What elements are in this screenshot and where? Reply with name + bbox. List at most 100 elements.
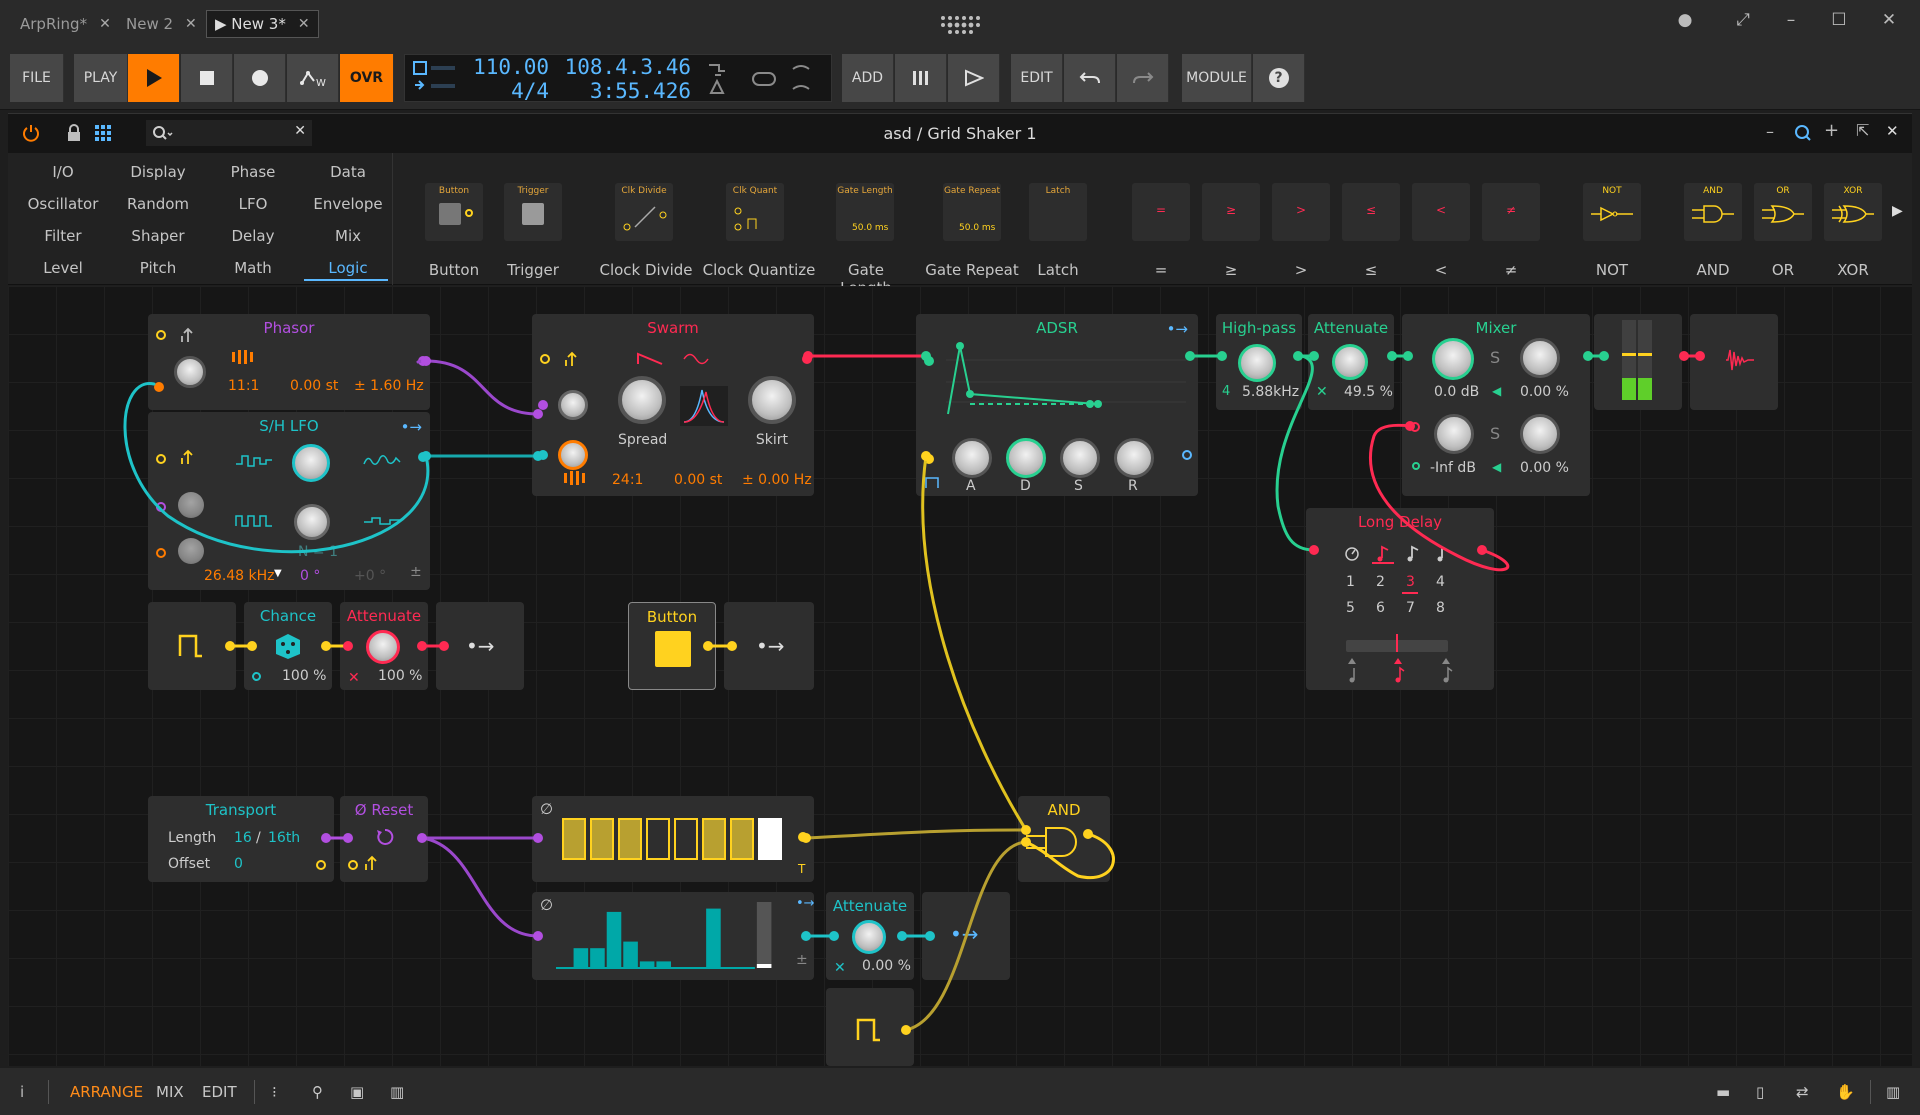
retrigger-icon[interactable] (564, 350, 580, 368)
mod-knob[interactable] (178, 492, 204, 518)
thumb-equal[interactable]: = (1132, 183, 1190, 241)
scroll-right-icon[interactable]: ▶ (1892, 203, 1903, 219)
close-icon[interactable]: ✕ (185, 16, 197, 32)
sh-wave-icon[interactable] (234, 452, 274, 470)
speaker-icon[interactable]: ◀ (1492, 384, 1501, 398)
thumb-gate-length[interactable]: Gate Length 50.0 ms (836, 183, 894, 241)
close-window-icon[interactable]: ✕ (1874, 10, 1904, 30)
input-port[interactable] (156, 330, 166, 340)
retrigger-icon[interactable] (180, 326, 196, 344)
module-phase-reset[interactable]: Ø Reset (340, 796, 428, 882)
plus-minus-icon[interactable]: ± (796, 952, 808, 968)
sine-wave-icon[interactable] (682, 350, 710, 368)
module-gate-sequencer[interactable]: ∅ T (532, 796, 814, 882)
lfo-frequency[interactable]: 26.48 kHz (204, 568, 275, 584)
rate-knob[interactable] (178, 538, 204, 564)
push-button-pad[interactable] (655, 631, 691, 667)
zoom-fit-icon[interactable] (1794, 124, 1812, 142)
retrigger-icon[interactable] (364, 854, 380, 872)
value-step[interactable] (706, 908, 721, 968)
edit-button[interactable]: EDIT (1011, 54, 1063, 102)
automation-panel-icon[interactable]: ⁝ (272, 1083, 277, 1101)
delay-num-4[interactable]: 4 (1436, 574, 1445, 590)
attenuate-value[interactable]: 0.00 % (862, 958, 911, 974)
sustain-knob[interactable] (1060, 438, 1100, 478)
module-transport[interactable]: Transport Length 16 / 16th Offset 0 (148, 796, 334, 882)
dropdown-caret-icon[interactable]: ▼ (274, 568, 282, 579)
module-chance[interactable]: Chance 100 % (244, 602, 332, 690)
step-values-display[interactable] (556, 898, 788, 974)
tab-new-2[interactable]: New 2 ✕ (126, 10, 197, 38)
saw-wave-icon[interactable] (636, 350, 664, 368)
decay-knob[interactable] (1006, 438, 1046, 478)
module-gate-source[interactable] (826, 988, 914, 1066)
file-button[interactable]: FILE (10, 54, 64, 102)
module-mixer[interactable]: Mixer S 0.0 dB ◀ 0.00 % S -Inf dB ◀ 0.00… (1402, 314, 1590, 496)
edit-view-button[interactable]: EDIT (202, 1083, 237, 1101)
release-knob[interactable] (1114, 438, 1154, 478)
mod-knob-1[interactable] (558, 390, 588, 420)
length-value[interactable]: 16 (234, 830, 252, 846)
attenuate-knob[interactable] (852, 920, 886, 954)
lfo-n[interactable]: N = 1 (298, 544, 338, 560)
cutoff-value[interactable]: 5.88kHz (1242, 384, 1299, 400)
undo-button[interactable] (1064, 54, 1116, 102)
module-attenuate-1[interactable]: Attenuate ✕ 49.5 % (1308, 314, 1394, 410)
level-value-1[interactable]: 0.0 dB (1434, 384, 1479, 400)
delay-mode-icons[interactable] (1344, 544, 1484, 564)
category-logic[interactable]: Logic (303, 259, 393, 277)
trigger-mode-label[interactable]: T (798, 862, 805, 876)
grid-canvas[interactable]: Phasor 11:1 0.00 st ± 1.60 Hz S/H LFO •→ (8, 286, 1912, 1066)
lfo-offset[interactable]: +0 ° (354, 568, 386, 584)
level-knob-1[interactable] (1432, 338, 1474, 380)
thumb-greater[interactable]: > (1272, 183, 1330, 241)
trigger-input-port[interactable] (924, 454, 934, 464)
category-envelope[interactable]: Envelope (303, 195, 393, 213)
swarm-ratio[interactable]: 24:1 (612, 472, 643, 488)
play-button[interactable] (128, 54, 180, 102)
category-random[interactable]: Random (113, 195, 203, 213)
stepped-wave-icon[interactable] (362, 512, 402, 530)
delay-num-8[interactable]: 8 (1436, 600, 1445, 616)
output-port[interactable] (418, 356, 428, 366)
input-port[interactable] (156, 454, 166, 464)
tab-new-3[interactable]: ▶ New 3* ✕ (206, 10, 319, 38)
inspector-icon[interactable]: ⇄ (1796, 1083, 1809, 1101)
device-panel-icon[interactable]: ▣ (350, 1083, 364, 1101)
category-display[interactable]: Display (113, 163, 203, 181)
delay-num-5[interactable]: 5 (1346, 600, 1355, 616)
thumb-and[interactable]: AND (1684, 183, 1742, 241)
position-time[interactable]: 3:55.426 (555, 79, 691, 103)
popout-icon[interactable]: ⇱ (1856, 121, 1869, 140)
pitch-input-port[interactable] (538, 400, 548, 410)
category-math[interactable]: Math (208, 259, 298, 277)
category-phase[interactable]: Phase (208, 163, 298, 181)
module-phasor[interactable]: Phasor 11:1 0.00 st ± 1.60 Hz (148, 314, 430, 410)
offset-value[interactable]: 0 (234, 856, 243, 872)
smooth-wave-icon[interactable] (362, 452, 402, 470)
delay-num-3[interactable]: 3 (1406, 574, 1415, 590)
adsr-envelope-display[interactable] (946, 342, 1186, 418)
swarm-hz[interactable]: ± 0.00 Hz (742, 472, 812, 488)
keyboard-button[interactable] (895, 54, 947, 102)
module-swarm[interactable]: Swarm Spread Skirt 24:1 0.00 st ± 0.00 H… (532, 314, 814, 496)
attenuate-value[interactable]: 100 % (378, 668, 422, 684)
module-button[interactable]: Button (628, 602, 716, 690)
gate-step[interactable] (674, 818, 698, 860)
attack-knob[interactable] (952, 438, 992, 478)
file-icon[interactable]: ▯ (1756, 1083, 1764, 1101)
delay-time-slider[interactable] (1346, 634, 1448, 652)
thumb-or[interactable]: OR (1754, 183, 1812, 241)
tempo-value[interactable]: 110.00 (465, 55, 549, 79)
module-clock[interactable] (148, 602, 236, 690)
pan-value-1[interactable]: 0.00 % (1520, 384, 1569, 400)
rate-input-port[interactable] (156, 548, 166, 558)
category-delay[interactable]: Delay (208, 227, 298, 245)
module-attenuate-2[interactable]: Attenuate ✕ 100 % (340, 602, 428, 690)
mod-input-port[interactable] (156, 502, 166, 512)
square-wave-icon[interactable] (234, 512, 274, 530)
record-indicator-icon[interactable]: ● (1670, 10, 1700, 30)
close-icon[interactable]: ✕ (298, 16, 310, 32)
module-output-1[interactable]: •→ (436, 602, 524, 690)
thumb-greater-equal[interactable]: ≥ (1202, 183, 1260, 241)
